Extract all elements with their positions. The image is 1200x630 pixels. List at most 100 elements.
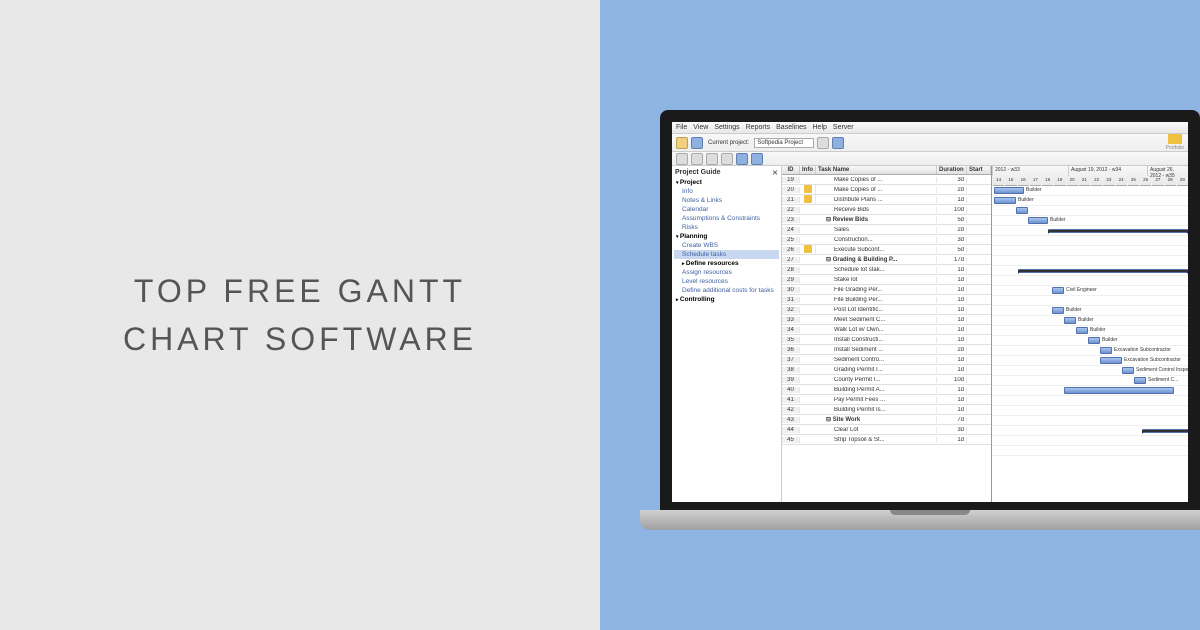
- mail-icon[interactable]: [832, 137, 844, 149]
- col-start[interactable]: Start: [967, 166, 991, 174]
- gantt-task-bar[interactable]: [1100, 347, 1112, 354]
- flag-icon: [804, 195, 812, 203]
- table-row[interactable]: 21Distribute Plans ...1d: [782, 195, 991, 205]
- table-row[interactable]: 29Stake lot1d: [782, 275, 991, 285]
- gantt-task-bar[interactable]: [1052, 307, 1064, 314]
- gantt-task-bar[interactable]: [1076, 327, 1088, 334]
- gantt-summary-bar[interactable]: [1048, 229, 1188, 233]
- guide-item[interactable]: Notes & Links: [674, 196, 779, 205]
- gantt-summary-bar[interactable]: [1018, 269, 1188, 273]
- guide-item[interactable]: Level resources: [674, 277, 779, 286]
- new-icon[interactable]: [676, 137, 688, 149]
- dropdown-icon[interactable]: [817, 137, 829, 149]
- gantt-body[interactable]: BuilderBuilderBuilderCivil EngineerBuild…: [992, 186, 1188, 456]
- table-row[interactable]: 38Grading Permit I...1d: [782, 365, 991, 375]
- table-row[interactable]: 36Install Sediment ...2d: [782, 345, 991, 355]
- zoom-out-icon[interactable]: [751, 153, 763, 165]
- table-row[interactable]: 40Building Permit A...1d: [782, 385, 991, 395]
- table-row[interactable]: 43⊟ Site Work7d: [782, 415, 991, 425]
- table-row[interactable]: 32Post Lot Identific...1d: [782, 305, 991, 315]
- gantt-summary-bar[interactable]: [1142, 429, 1188, 433]
- guide-item[interactable]: Assumptions & Constraints: [674, 214, 779, 223]
- col-info[interactable]: Info: [800, 166, 816, 174]
- gantt-task-bar[interactable]: [1052, 287, 1064, 294]
- table-row[interactable]: 31File Building Per...1d: [782, 295, 991, 305]
- menu-help[interactable]: Help: [813, 124, 827, 131]
- cut-icon[interactable]: [706, 153, 718, 165]
- table-row[interactable]: 33Meet Sediment C...1d: [782, 315, 991, 325]
- guide-item[interactable]: Risks: [674, 223, 779, 232]
- table-row[interactable]: 27⊟ Grading & Building P...17d: [782, 255, 991, 265]
- table-row[interactable]: 41Pay Permit Fees ...1d: [782, 395, 991, 405]
- gantt-task-bar[interactable]: [1028, 217, 1048, 224]
- table-row[interactable]: 30File Grading Per...1d: [782, 285, 991, 295]
- table-row[interactable]: 28Schedule lot stak...1d: [782, 265, 991, 275]
- guide-item[interactable]: Controlling: [674, 295, 779, 304]
- cell-duration: 1d: [937, 397, 967, 403]
- guide-item[interactable]: Calendar: [674, 205, 779, 214]
- gantt-bar-label: Builder: [1026, 187, 1042, 193]
- menu-server[interactable]: Server: [833, 124, 854, 131]
- table-row[interactable]: 39County Permit I...10d: [782, 375, 991, 385]
- table-row[interactable]: 35Install Constructi...1d: [782, 335, 991, 345]
- print-icon[interactable]: [691, 137, 703, 149]
- guide-item[interactable]: Planning: [674, 232, 779, 241]
- cell-id: 23: [782, 217, 800, 223]
- timeline-day: 24: [1115, 176, 1127, 186]
- gantt-task-bar[interactable]: [1016, 207, 1028, 214]
- guide-item[interactable]: Project: [674, 178, 779, 187]
- cell-duration: 1d: [937, 387, 967, 393]
- cell-name: Receive Bids: [816, 207, 937, 213]
- guide-item[interactable]: Schedule tasks: [674, 250, 779, 259]
- guide-item[interactable]: Define additional costs for tasks: [674, 286, 779, 295]
- table-row[interactable]: 22Receive Bids10d: [782, 205, 991, 215]
- table-row[interactable]: 45Strip Topsoil & St...1d: [782, 435, 991, 445]
- table-row[interactable]: 26Execute Subcont...5d: [782, 245, 991, 255]
- gantt-task-bar[interactable]: [994, 197, 1016, 204]
- menu-file[interactable]: File: [676, 124, 687, 131]
- menu-settings[interactable]: Settings: [714, 124, 739, 131]
- guide-item[interactable]: Define resources: [674, 259, 779, 268]
- gantt-row: [992, 436, 1188, 446]
- task-grid: ID Info Task Name Duration Start 19Make …: [782, 166, 992, 502]
- redo-icon[interactable]: [691, 153, 703, 165]
- table-row[interactable]: 25Construction...3d: [782, 235, 991, 245]
- close-icon[interactable]: ✕: [772, 169, 778, 177]
- cell-duration: 1d: [937, 337, 967, 343]
- table-row[interactable]: 34Walk Lot w/ Own...1d: [782, 325, 991, 335]
- menu-baselines[interactable]: Baselines: [776, 124, 806, 131]
- table-row[interactable]: 24Sales2d: [782, 225, 991, 235]
- guide-title-bar: Project Guide ✕: [674, 168, 779, 178]
- col-name[interactable]: Task Name: [816, 166, 937, 174]
- copy-icon[interactable]: [721, 153, 733, 165]
- gantt-task-bar[interactable]: [1088, 337, 1100, 344]
- cell-id: 22: [782, 207, 800, 213]
- col-id[interactable]: ID: [782, 166, 800, 174]
- table-row[interactable]: 37Sediment Contro...1d: [782, 355, 991, 365]
- guide-item[interactable]: Create WBS: [674, 241, 779, 250]
- portfolio-button[interactable]: Portfolio: [1166, 134, 1184, 151]
- table-row[interactable]: 42Building Permit Is...1d: [782, 405, 991, 415]
- undo-icon[interactable]: [676, 153, 688, 165]
- table-row[interactable]: 23⊟ Review Bids5d: [782, 215, 991, 225]
- menu-view[interactable]: View: [693, 124, 708, 131]
- zoom-in-icon[interactable]: [736, 153, 748, 165]
- guide-item[interactable]: Assign resources: [674, 268, 779, 277]
- gantt-task-bar[interactable]: [994, 187, 1024, 194]
- gantt-task-bar[interactable]: [1134, 377, 1146, 384]
- gantt-task-bar[interactable]: [1122, 367, 1134, 374]
- cell-duration: 10d: [937, 377, 967, 383]
- table-row[interactable]: 19Make Copies of ...3d: [782, 175, 991, 185]
- guide-item[interactable]: Info: [674, 187, 779, 196]
- cell-name: Clear Lot: [816, 427, 937, 433]
- project-selector[interactable]: Softpedia Project: [754, 138, 814, 148]
- table-row[interactable]: 44Clear Lot3d: [782, 425, 991, 435]
- menu-reports[interactable]: Reports: [746, 124, 771, 131]
- col-duration[interactable]: Duration: [937, 166, 967, 174]
- cell-id: 28: [782, 267, 800, 273]
- gantt-task-bar[interactable]: [1064, 387, 1174, 394]
- table-row[interactable]: 20Make Copies of ...2d: [782, 185, 991, 195]
- cell-name: Grading Permit I...: [816, 367, 937, 373]
- gantt-task-bar[interactable]: [1100, 357, 1122, 364]
- gantt-task-bar[interactable]: [1064, 317, 1076, 324]
